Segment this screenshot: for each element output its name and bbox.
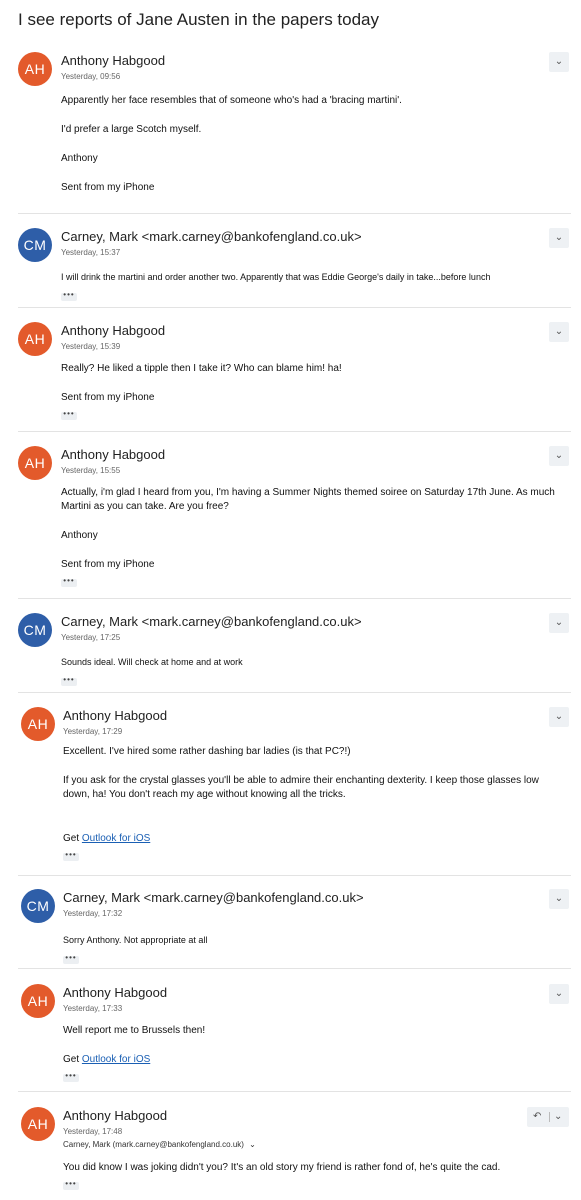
sender-name[interactable]: Anthony Habgood <box>63 985 167 1000</box>
sender-name[interactable]: Carney, Mark <mark.carney@bankofengland.… <box>61 229 362 244</box>
divider <box>18 968 571 969</box>
message-item[interactable]: AH Anthony Habgood Yesterday, 15:55 ⌄ Ac… <box>0 446 581 599</box>
body-paragraph: Sent from my iPhone <box>61 559 155 570</box>
divider <box>18 598 571 599</box>
divider <box>18 1091 571 1092</box>
message-time: Yesterday, 15:39 <box>61 342 121 351</box>
message-time: Yesterday, 17:33 <box>63 1004 123 1013</box>
sender-name[interactable]: Carney, Mark <mark.carney@bankofengland.… <box>63 890 364 905</box>
message-item[interactable]: AH Anthony Habgood Yesterday, 09:56 ⌄ Ap… <box>0 52 581 214</box>
divider <box>18 213 571 214</box>
message-body: Sorry Anthony. Not appropriate at all ••… <box>63 933 561 964</box>
chevron-down-icon[interactable]: ⌄ <box>549 322 569 342</box>
message-body: You did know I was joking didn't you? It… <box>63 1161 561 1191</box>
get-label: Get <box>63 833 80 844</box>
get-outlook-line: Get Outlook for iOS <box>63 832 561 846</box>
message-time: Yesterday, 15:37 <box>61 248 121 257</box>
more-dots-icon[interactable]: ••• <box>61 291 77 301</box>
message-body: Really? He liked a tipple then I take it… <box>61 362 561 421</box>
avatar[interactable]: AH <box>18 52 52 86</box>
message-body: Actually, i'm glad I heard from you, I'm… <box>61 486 561 588</box>
message-time: Yesterday, 17:25 <box>61 633 121 642</box>
body-paragraph: Sounds ideal. Will check at home and at … <box>61 657 243 667</box>
chevron-down-icon[interactable]: ⌄ <box>549 52 569 72</box>
sender-name[interactable]: Carney, Mark <mark.carney@bankofengland.… <box>61 614 362 629</box>
message-item[interactable]: AH Anthony Habgood Yesterday, 17:48 ↶ ⌄ … <box>0 1107 581 1200</box>
sender-name[interactable]: Anthony Habgood <box>61 323 165 338</box>
avatar[interactable]: AH <box>21 984 55 1018</box>
body-paragraph: If you ask for the crystal glasses you'l… <box>63 775 539 800</box>
message-body: Well report me to Brussels then! Get Out… <box>63 1024 561 1083</box>
expand-recipients-icon[interactable]: ⌄ <box>249 1140 256 1149</box>
message-item[interactable]: AH Anthony Habgood Yesterday, 17:29 ⌄ Ex… <box>0 707 581 876</box>
recipient-line[interactable]: Carney, Mark (mark.carney@bankofengland.… <box>63 1140 256 1149</box>
message-item[interactable]: AH Anthony Habgood Yesterday, 15:39 ⌄ Re… <box>0 322 581 432</box>
body-paragraph: Well report me to Brussels then! <box>63 1025 206 1036</box>
message-item[interactable]: CM Carney, Mark <mark.carney@bankofengla… <box>0 228 581 308</box>
body-paragraph: You did know I was joking didn't you? It… <box>63 1162 501 1173</box>
more-dots-icon[interactable]: ••• <box>61 410 77 420</box>
message-body: I will drink the martini and order anoth… <box>61 270 561 301</box>
sender-name[interactable]: Anthony Habgood <box>61 53 165 68</box>
sender-name[interactable]: Anthony Habgood <box>61 447 165 462</box>
divider <box>18 692 571 693</box>
avatar[interactable]: AH <box>18 446 52 480</box>
more-dots-icon[interactable]: ••• <box>63 1180 79 1190</box>
message-body: Excellent. I've hired some rather dashin… <box>63 745 561 862</box>
more-dots-icon[interactable]: ••• <box>63 1072 79 1082</box>
sender-name[interactable]: Anthony Habgood <box>63 1108 167 1123</box>
avatar[interactable]: CM <box>18 228 52 262</box>
reply-button-group[interactable]: ↶ ⌄ <box>527 1107 569 1127</box>
body-paragraph: Sent from my iPhone <box>61 392 155 403</box>
chevron-down-icon[interactable]: ⌄ <box>549 446 569 466</box>
body-paragraph: I will drink the martini and order anoth… <box>61 272 491 282</box>
avatar[interactable]: AH <box>21 707 55 741</box>
message-time: Yesterday, 17:32 <box>63 909 123 918</box>
message-item[interactable]: CM Carney, Mark <mark.carney@bankofengla… <box>0 889 581 969</box>
body-paragraph: Actually, i'm glad I heard from you, I'm… <box>61 487 555 512</box>
message-item[interactable]: AH Anthony Habgood Yesterday, 17:33 ⌄ We… <box>0 984 581 1092</box>
message-time: Yesterday, 15:55 <box>61 466 121 475</box>
divider <box>18 307 571 308</box>
message-time: Yesterday, 17:48 <box>63 1127 123 1136</box>
body-paragraph: Excellent. I've hired some rather dashin… <box>63 746 351 757</box>
body-paragraph: Anthony <box>61 153 98 164</box>
message-time: Yesterday, 17:29 <box>63 727 123 736</box>
message-item[interactable]: CM Carney, Mark <mark.carney@bankofengla… <box>0 613 581 693</box>
outlook-ios-link[interactable]: Outlook for iOS <box>82 1054 150 1065</box>
sender-name[interactable]: Anthony Habgood <box>63 708 167 723</box>
reply-icon[interactable]: ↶ <box>533 1107 541 1127</box>
chevron-down-icon[interactable]: ⌄ <box>549 707 569 727</box>
more-dots-icon[interactable]: ••• <box>63 851 79 861</box>
avatar[interactable]: AH <box>21 1107 55 1141</box>
get-label: Get <box>63 1054 80 1065</box>
body-paragraph: Really? He liked a tipple then I take it… <box>61 363 342 374</box>
body-paragraph: Apparently her face resembles that of so… <box>61 95 402 106</box>
chevron-down-icon[interactable]: ⌄ <box>554 1107 562 1127</box>
chevron-down-icon[interactable]: ⌄ <box>549 889 569 909</box>
avatar[interactable]: CM <box>18 613 52 647</box>
chevron-down-icon[interactable]: ⌄ <box>549 984 569 1004</box>
body-paragraph: Anthony <box>61 530 98 541</box>
separator <box>549 1112 550 1122</box>
more-dots-icon[interactable]: ••• <box>61 577 77 587</box>
avatar[interactable]: CM <box>21 889 55 923</box>
body-paragraph: I'd prefer a large Scotch myself. <box>61 124 202 135</box>
message-time: Yesterday, 09:56 <box>61 72 121 81</box>
avatar[interactable]: AH <box>18 322 52 356</box>
recipient-name: Carney, Mark (mark.carney@bankofengland.… <box>63 1140 244 1149</box>
outlook-ios-link[interactable]: Outlook for iOS <box>82 833 150 844</box>
thread-title: I see reports of Jane Austen in the pape… <box>18 10 380 29</box>
get-outlook-line: Get Outlook for iOS <box>63 1053 561 1067</box>
message-body: Sounds ideal. Will check at home and at … <box>61 655 561 686</box>
divider <box>18 431 571 432</box>
more-dots-icon[interactable]: ••• <box>61 676 77 686</box>
chevron-down-icon[interactable]: ⌄ <box>549 613 569 633</box>
body-paragraph: Sent from my iPhone <box>61 182 155 193</box>
more-dots-icon[interactable]: ••• <box>63 954 79 964</box>
message-body: Apparently her face resembles that of so… <box>61 94 561 195</box>
body-paragraph: Sorry Anthony. Not appropriate at all <box>63 935 208 945</box>
divider <box>18 875 571 876</box>
chevron-down-icon[interactable]: ⌄ <box>549 228 569 248</box>
